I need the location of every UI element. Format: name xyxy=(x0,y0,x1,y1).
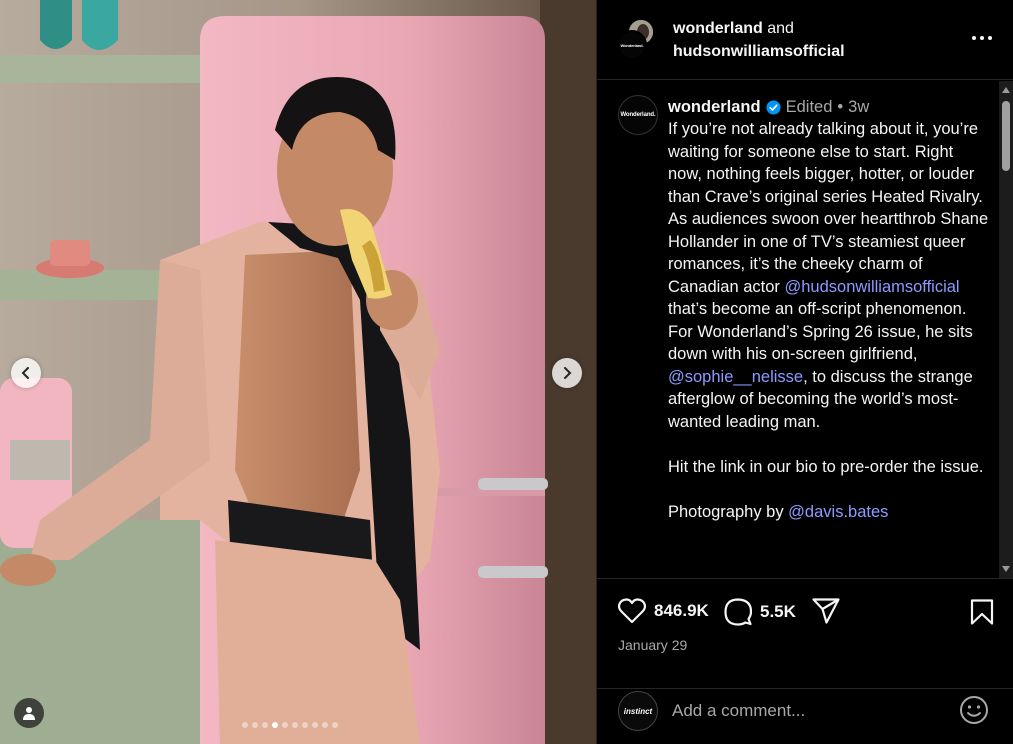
bookmark-icon xyxy=(970,599,994,625)
heart-icon xyxy=(618,598,646,624)
caption-text: Photography by xyxy=(668,502,789,521)
header-account-names: wonderland and hudsonwilliamsofficial xyxy=(673,17,845,63)
emoji-button[interactable] xyxy=(959,695,989,730)
carousel-dot xyxy=(262,722,268,728)
save-button[interactable] xyxy=(970,599,994,630)
carousel-dot xyxy=(282,722,288,728)
caption-avatar[interactable]: Wonderland. xyxy=(618,95,658,135)
carousel-dot xyxy=(302,722,308,728)
mention-link[interactable]: @hudsonwilliamsofficial xyxy=(785,278,960,296)
comment-count[interactable]: 5.5K xyxy=(760,602,796,622)
scroll-thumb[interactable] xyxy=(1002,101,1010,171)
caption-paragraph-3: Photography by @davis.bates xyxy=(668,501,990,524)
share-button[interactable] xyxy=(812,598,840,624)
edited-label: Edited xyxy=(785,97,833,116)
caption-text: If you’re not already talking about it, … xyxy=(668,120,989,296)
post-details-panel: Wonderland. wonderland and hudsonwilliam… xyxy=(596,0,1013,744)
carousel-dot xyxy=(312,722,318,728)
wonderland-logo: Wonderland. xyxy=(620,42,644,48)
person-icon xyxy=(23,707,35,720)
carousel-indicator xyxy=(242,722,338,728)
carousel-dot xyxy=(322,722,328,728)
comment-button[interactable]: 5.5K xyxy=(724,598,796,626)
emoji-icon xyxy=(960,696,988,724)
header-joiner: and xyxy=(767,20,794,37)
carousel-dot xyxy=(242,722,248,728)
wonderland-avatar[interactable]: Wonderland. xyxy=(617,30,647,60)
caption-text: that’s become an off-script phenomenon. … xyxy=(668,300,973,363)
tagged-users-button[interactable] xyxy=(14,698,44,728)
verified-badge-icon xyxy=(766,99,781,115)
like-button[interactable]: 846.9K xyxy=(618,598,709,624)
post-age[interactable]: 3w xyxy=(848,96,869,119)
header-account-secondary[interactable]: hudsonwilliamsofficial xyxy=(673,40,845,63)
mention-link[interactable]: @sophie__nelisse xyxy=(668,368,803,386)
send-icon xyxy=(812,598,840,624)
caption-username[interactable]: wonderland xyxy=(668,96,761,119)
comment-icon xyxy=(724,598,752,626)
more-options-icon xyxy=(972,36,992,40)
current-user-avatar-logo: instinct xyxy=(623,706,653,716)
more-options-button[interactable] xyxy=(970,26,994,50)
scroll-down-arrow[interactable] xyxy=(1002,566,1010,572)
carousel-dot xyxy=(252,722,258,728)
caption: wonderland Edited • 3w If you’re not alr… xyxy=(668,96,990,523)
caption-paragraph-1: If you’re not already talking about it, … xyxy=(668,118,990,433)
collab-avatars[interactable]: Wonderland. xyxy=(617,18,659,60)
caption-header: wonderland Edited • 3w xyxy=(668,96,990,118)
next-slide-button[interactable] xyxy=(552,358,582,388)
caption-avatar-logo: Wonderland. xyxy=(620,112,656,118)
current-user-avatar: instinct xyxy=(618,691,658,731)
post-photo xyxy=(0,0,596,744)
caption-scrollbar[interactable] xyxy=(999,81,1013,578)
mention-link[interactable]: @davis.bates xyxy=(788,503,888,521)
carousel-dot xyxy=(292,722,298,728)
post-media[interactable] xyxy=(0,0,596,744)
comment-composer: instinct xyxy=(597,688,1013,744)
caption-paragraph-2: Hit the link in our bio to pre-order the… xyxy=(668,457,984,476)
carousel-dot xyxy=(332,722,338,728)
chevron-left-icon xyxy=(21,367,29,379)
chevron-right-icon xyxy=(564,367,572,379)
caption-area[interactable]: Wonderland. wonderland Edited • 3w If yo… xyxy=(597,81,1013,578)
post-actions: 846.9K 5.5K January 29 xyxy=(597,578,1013,688)
meta-separator: • xyxy=(837,97,844,116)
comment-input[interactable] xyxy=(672,697,942,725)
post-header: Wonderland. wonderland and hudsonwilliam… xyxy=(597,0,1013,80)
scroll-up-arrow[interactable] xyxy=(1002,87,1010,93)
post-date[interactable]: January 29 xyxy=(618,637,687,653)
like-count[interactable]: 846.9K xyxy=(654,601,709,621)
carousel-dot xyxy=(272,722,278,728)
previous-slide-button[interactable] xyxy=(11,358,41,388)
header-account-primary[interactable]: wonderland xyxy=(673,20,763,37)
